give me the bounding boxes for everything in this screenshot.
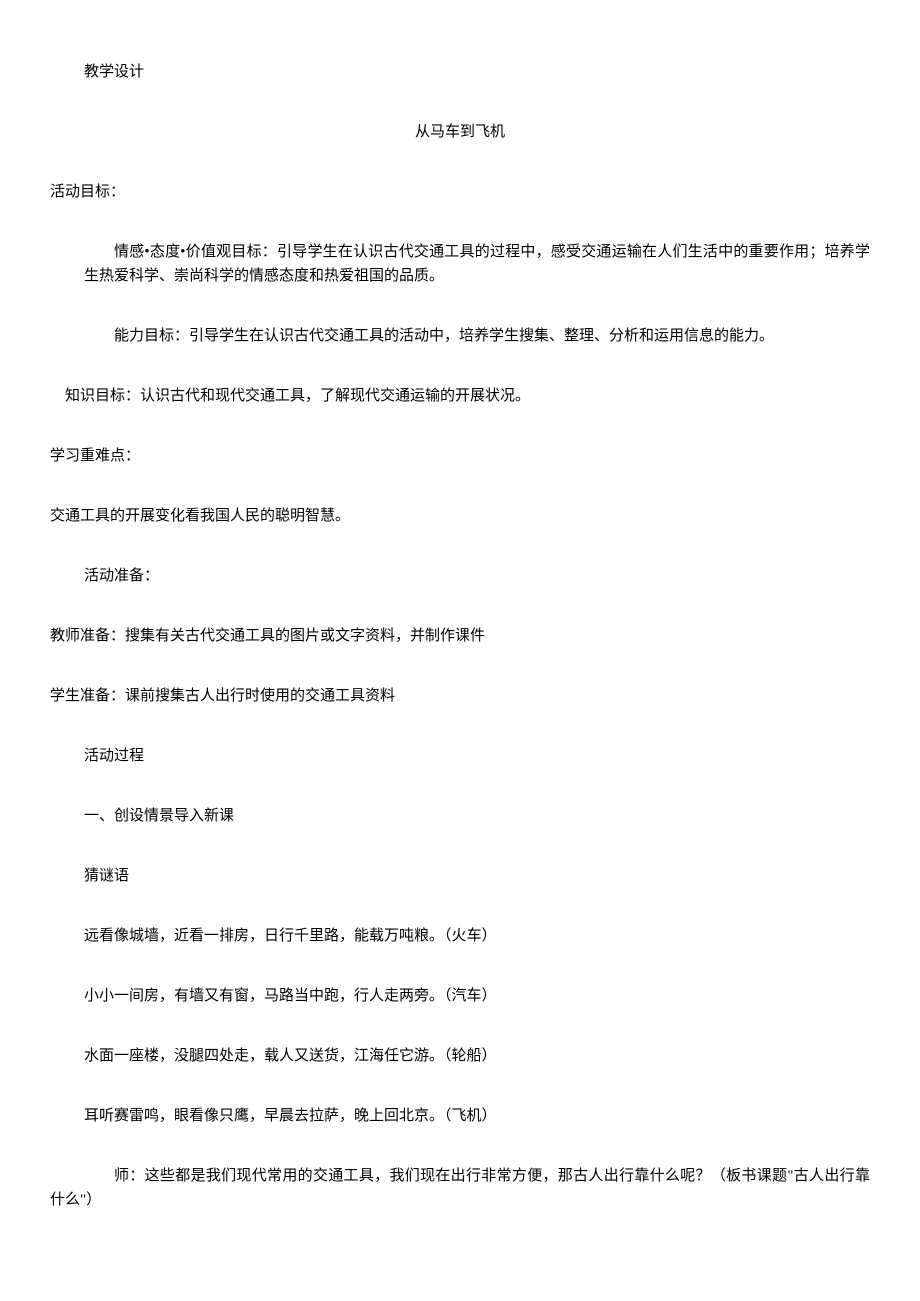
riddle-1: 远看像城墙，近看一排房，日行千里路，能载万吨粮。（火车） bbox=[50, 924, 870, 948]
objective-emotion: 情感•态度•价值观目标：引导学生在认识古代交通工具的过程中，感受交通运输在人们生… bbox=[50, 240, 870, 288]
objective-ability: 能力目标：引导学生在认识古代交通工具的活动中，培养学生搜集、整理、分析和运用信息… bbox=[50, 324, 870, 348]
difficulty-content: 交通工具的开展变化看我国人民的聪明智慧。 bbox=[50, 504, 870, 528]
preparation-heading: 活动准备： bbox=[50, 564, 870, 588]
objective-knowledge: 知识目标：认识古代和现代交通工具，了解现代交通运输的开展状况。 bbox=[50, 384, 870, 408]
preparation-teacher: 教师准备：搜集有关古代交通工具的图片或文字资料，并制作课件 bbox=[50, 624, 870, 648]
teacher-line: 师：这些都是我们现代常用的交通工具，我们现在出行非常方便，那古人出行靠什么呢？（… bbox=[50, 1164, 870, 1212]
preparation-student: 学生准备：课前搜集古人出行时使用的交通工具资料 bbox=[50, 684, 870, 708]
objectives-heading: 活动目标： bbox=[50, 180, 870, 204]
riddle-label: 猜谜语 bbox=[50, 864, 870, 888]
process-heading: 活动过程 bbox=[50, 744, 870, 768]
riddle-4: 耳听赛雷鸣，眼看像只鹰，早晨去拉萨，晚上回北京。（飞机） bbox=[50, 1104, 870, 1128]
difficulty-heading: 学习重难点： bbox=[50, 444, 870, 468]
design-label: 教学设计 bbox=[50, 60, 870, 84]
process-section1-title: 一、创设情景导入新课 bbox=[50, 804, 870, 828]
riddle-2: 小小一间房，有墙又有窗，马路当中跑，行人走两旁。（汽车） bbox=[50, 984, 870, 1008]
document-title: 从马车到飞机 bbox=[50, 120, 870, 144]
riddle-3: 水面一座楼，没腿四处走，载人又送货，江海任它游。（轮船） bbox=[50, 1044, 870, 1068]
